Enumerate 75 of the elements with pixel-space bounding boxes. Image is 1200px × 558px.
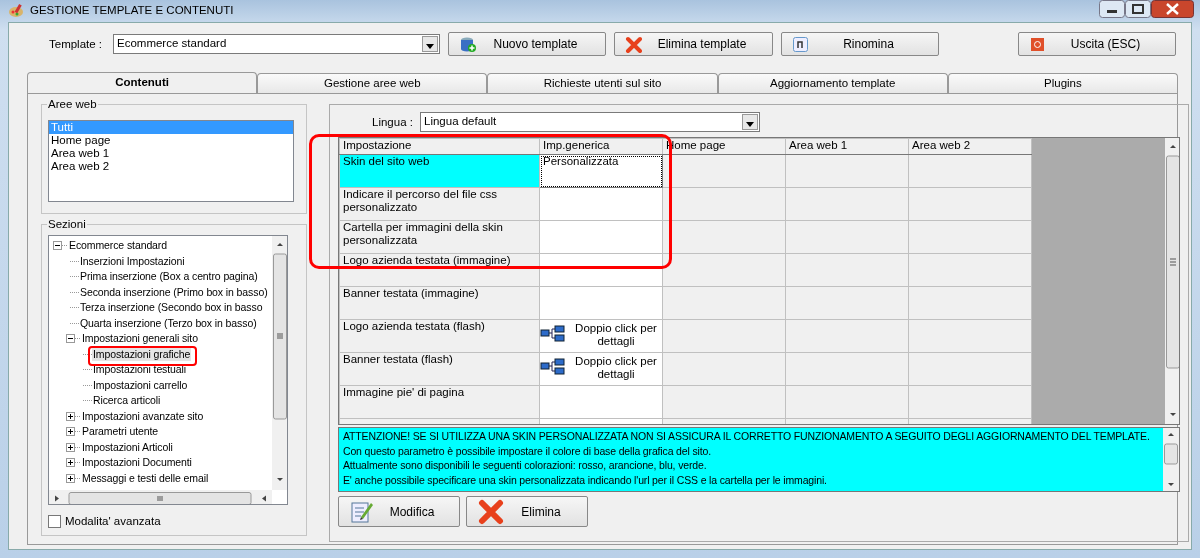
maximize-icon[interactable]	[1125, 0, 1151, 18]
new-template-button[interactable]: Nuovo template	[448, 32, 606, 56]
tree-item[interactable]: Impostazioni testuali	[92, 363, 188, 377]
delete-icon	[477, 498, 505, 525]
template-dropdown[interactable]: Ecommerce standard	[113, 34, 440, 54]
info-text: ATTENZIONE! SE SI UTILIZZA UNA SKIN PERSONALIZZATA NON SI ASSICURA IL CORRETTO FUNZIONAMENTO A SEGUITO DEGLI AGGIORNAMENTO DEL TEMPLATE.	[343, 429, 1151, 444]
details-hint: Doppio click per dettagli	[574, 321, 658, 348]
tree-item[interactable]: Impostazioni Articoli	[81, 440, 174, 454]
column-header: Area web 2	[908, 138, 1032, 155]
expand-icon[interactable]	[66, 411, 75, 421]
edit-button[interactable]: Modifica	[338, 496, 460, 527]
language-dropdown[interactable]: Lingua default	[420, 112, 760, 132]
tab[interactable]: Gestione aree web	[257, 73, 488, 93]
tree-item[interactable]: Ricerca articoli	[92, 394, 162, 408]
tree-item[interactable]: Seconda inserzione (Primo box in basso)	[79, 285, 269, 299]
group-title: Sezioni	[47, 217, 87, 231]
tree-item[interactable]: Ecommerce standard	[68, 239, 168, 253]
checkbox[interactable]	[48, 515, 61, 529]
tree-item[interactable]: Impostazioni Documenti	[81, 456, 193, 470]
table-cell: Logo azienda testata (immagine)	[339, 253, 540, 287]
collapse-icon[interactable]	[53, 241, 62, 251]
section-tree[interactable]	[48, 235, 288, 505]
app-icon	[8, 3, 24, 20]
tree-item[interactable]: Impostazioni carrello	[92, 378, 189, 392]
database-add-icon	[459, 35, 476, 53]
delete-icon	[625, 35, 642, 53]
tree-item[interactable]: Prima inserzione (Box a centro pagina)	[79, 270, 259, 284]
list-item[interactable]: Area web 1	[49, 147, 293, 160]
expand-icon[interactable]	[66, 442, 75, 452]
expand-icon[interactable]	[66, 427, 75, 437]
rename-button[interactable]: Rinomina	[781, 32, 939, 56]
expand-icon[interactable]	[66, 473, 75, 483]
web-area-list[interactable]: Tutti Home page Area web 1 Area web 2	[48, 120, 294, 202]
tree-item[interactable]: Quarta inserzione (Terzo box in basso)	[79, 316, 258, 330]
table-cell: Banner testata (flash)	[339, 352, 540, 386]
table-cell: Personalizzata	[539, 154, 663, 188]
table-cell: Indicare il percorso del file css personalizzato	[339, 187, 540, 221]
tab[interactable]: Plugins	[947, 73, 1178, 93]
table-cell: Immagine pie' di pagina	[339, 385, 540, 419]
info-text: Attualmente sono disponibili le seguenti colorazioni: rosso, arancione, blu, verde.	[343, 458, 708, 473]
list-item[interactable]: Area web 2	[49, 160, 293, 173]
close-icon[interactable]	[1151, 0, 1194, 18]
group-title: Aree web	[47, 97, 98, 111]
tree-item[interactable]: Terza inserzione (Secondo box in basso	[79, 301, 264, 315]
column-header: Imp.generica	[539, 138, 663, 155]
tab[interactable]: Aggiornamento template	[717, 73, 948, 93]
tree-item[interactable]: Parametri utente	[81, 425, 160, 439]
tree-item[interactable]: Messaggi e testi delle email	[81, 471, 210, 485]
delete-button[interactable]: Elimina	[466, 496, 588, 527]
table-cell: Banner testata (immagine)	[339, 286, 540, 320]
template-label: Template :	[49, 37, 103, 52]
info-text: Con questo parametro è possibile impostare il colore di base della grafica del sito.	[343, 443, 712, 458]
details-hint: Doppio click per dettagli	[574, 354, 658, 381]
column-header: Area web 1	[785, 138, 909, 155]
rename-icon	[792, 35, 809, 53]
checkbox-label: Modalita' avanzata	[65, 514, 161, 529]
window-title: GESTIONE TEMPLATE E CONTENUTI	[30, 3, 234, 19]
delete-template-button[interactable]: Elimina template	[614, 32, 773, 56]
list-item[interactable]: Home page	[49, 134, 293, 147]
column-header: Impostazione	[339, 138, 540, 155]
tree-item[interactable]: Inserzioni Impostazioni	[79, 254, 186, 268]
language-label: Lingua :	[372, 115, 413, 130]
info-text: E' anche possibile specificare una skin personalizzata indicando l'url per il CSS e la cartella per le immagini.	[343, 472, 828, 487]
table-cell: Skin del sito web	[339, 154, 540, 188]
expand-icon[interactable]	[66, 458, 75, 468]
table-cell: Logo azienda testata (flash)	[339, 319, 540, 353]
minimize-icon[interactable]	[1099, 0, 1125, 18]
table-cell: Cartella per immagini della skin personalizzata	[339, 220, 540, 254]
tree-item[interactable]: Impostazioni generali sito	[81, 332, 199, 346]
tab[interactable]: Contenuti	[27, 72, 258, 94]
exit-icon	[1029, 35, 1046, 53]
tree-item[interactable]: Impostazioni avanzate sito	[81, 409, 205, 423]
tab[interactable]: Richieste utenti sul sito	[487, 73, 718, 93]
exit-button[interactable]: Uscita (ESC)	[1018, 32, 1176, 56]
collapse-icon[interactable]	[66, 334, 75, 344]
